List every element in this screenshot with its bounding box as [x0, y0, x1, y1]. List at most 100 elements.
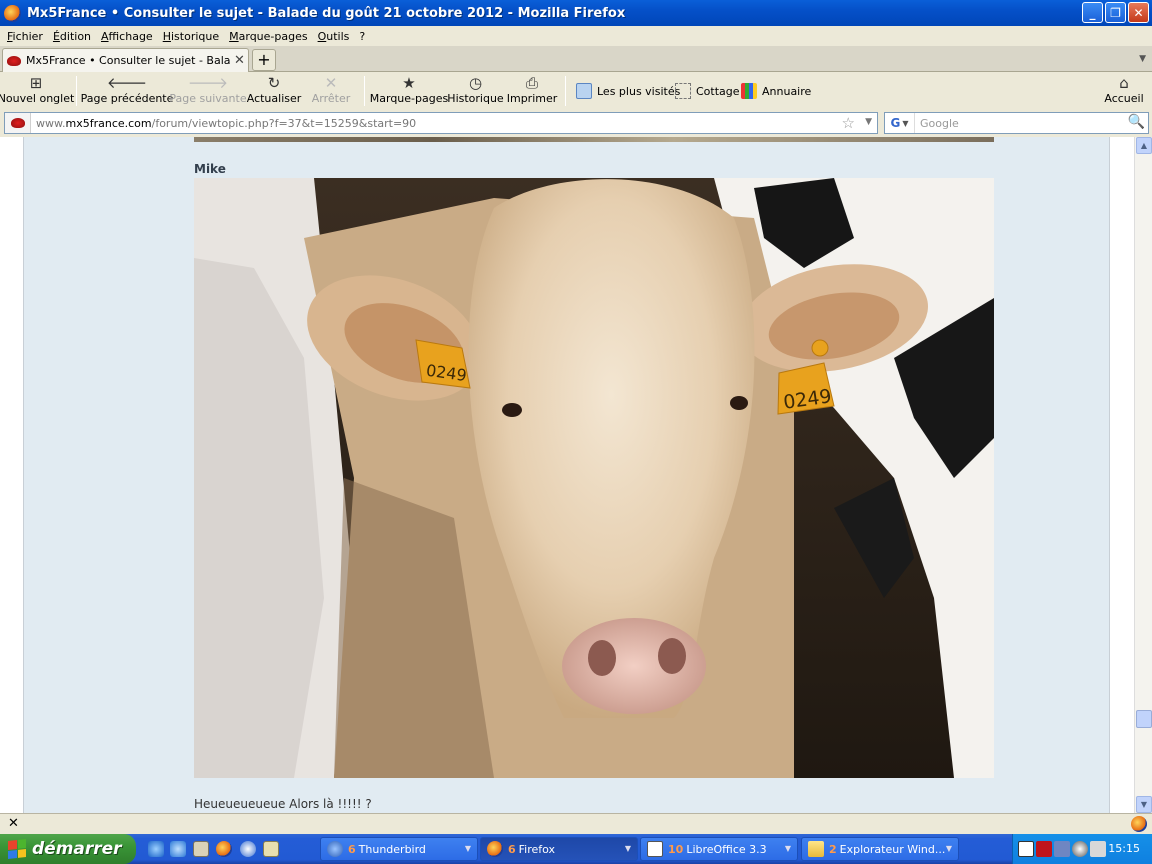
windows-taskbar: démarrer 6 Thunderbird ▼ 6 Firefox ▼ 10 Lib… [0, 834, 1152, 864]
windows-flag-icon [8, 839, 26, 859]
tab-close-icon[interactable]: ✕ [234, 53, 245, 68]
home-button[interactable]: ⌂ Accueil [1104, 74, 1144, 108]
address-bar[interactable]: www.mx5france.com/forum/viewtopic.php?f=… [4, 112, 878, 134]
vertical-scrollbar[interactable]: ▲ ▼ [1134, 137, 1152, 813]
menu-edition[interactable]: Édition [48, 30, 96, 43]
clock: 15:15 [1108, 842, 1140, 855]
page-content: Mike 0249 0249 Heueueueueue Alors là !!!… [0, 137, 1134, 813]
home-label: Accueil [1104, 92, 1144, 105]
nav-toolbar: ⊞ Nouvel onglet 🡐 Page précédente 🡒 Page… [0, 72, 1152, 110]
volume-icon[interactable] [1090, 841, 1106, 857]
tab-list-icon[interactable]: ▼ [1139, 54, 1146, 64]
url-dropdown-icon[interactable]: ▼ [865, 117, 872, 127]
task-thunderbird[interactable]: 6 Thunderbird ▼ [320, 837, 478, 861]
window-titlebar: Mx5France • Consulter le sujet - Balade … [0, 0, 1152, 26]
scroll-up-icon[interactable]: ▲ [1136, 137, 1152, 154]
document-icon [647, 841, 663, 857]
update-icon[interactable] [1072, 841, 1088, 857]
reload-label: Actualiser [246, 92, 302, 105]
close-findbar-icon[interactable]: ✕ [8, 816, 19, 831]
media-player-icon[interactable] [240, 841, 256, 857]
stop-button[interactable]: ✕ Arrêter [312, 74, 351, 108]
new-tab-toolbar-button[interactable]: ⊞ Nouvel onglet [0, 74, 74, 108]
menu-outils[interactable]: Outils [313, 30, 355, 43]
history-button[interactable]: ◷ Historique [447, 74, 504, 108]
tab-active[interactable]: Mx5France • Consulter le sujet - Balade … [2, 48, 249, 72]
printer-icon: ⎙ [525, 74, 538, 92]
bookmarks-label: Marque-pages [369, 92, 449, 105]
bookmark-label: Cottage [696, 84, 740, 98]
menu-help[interactable]: ? [354, 30, 370, 43]
new-tab-label: Nouvel onglet [0, 92, 75, 105]
post-author: Mike [194, 162, 226, 176]
menu-historique[interactable]: Historique [158, 30, 224, 43]
site-favicon [7, 55, 21, 66]
bookmarks-button[interactable]: ★ Marque-pages [369, 74, 449, 108]
system-tray: 15:15 [1012, 834, 1152, 864]
back-button[interactable]: 🡐 Page précédente [81, 74, 174, 108]
folder-icon [808, 841, 824, 857]
notes-icon[interactable] [263, 841, 279, 857]
cow-photo: 0249 0249 [194, 178, 994, 778]
annuaire-icon [741, 83, 757, 99]
page-icon [675, 83, 691, 99]
url-toolbar: www.mx5france.com/forum/viewtopic.php?f=… [0, 110, 1152, 137]
tab-strip: Mx5France • Consulter le sujet - Balade … [0, 46, 1152, 72]
reload-button[interactable]: ↻ Actualiser [246, 74, 302, 108]
scroll-thumb[interactable] [1136, 710, 1152, 728]
task-libreoffice[interactable]: 10 LibreOffice 3.3 ▼ [640, 837, 798, 861]
history-label: Historique [447, 92, 504, 105]
site-identity-button[interactable] [5, 113, 31, 133]
most-visited-icon [576, 83, 592, 99]
url-text[interactable]: www.mx5france.com/forum/viewtopic.php?f=… [36, 117, 416, 130]
page-tray-icon[interactable] [1018, 841, 1034, 857]
menu-marque-pages[interactable]: Marque-pages [224, 30, 312, 43]
search-icon[interactable]: 🔍 [1128, 114, 1145, 130]
tab-label: Mx5France • Consulter le sujet - Balade … [26, 54, 231, 67]
menu-affichage[interactable]: Affichage [96, 30, 158, 43]
home-icon: ⌂ [1119, 74, 1129, 92]
start-button[interactable]: démarrer [0, 834, 136, 864]
ie-alt-icon[interactable] [170, 841, 186, 857]
thunderbird-icon [327, 841, 343, 857]
search-input[interactable]: Google [920, 117, 959, 130]
print-label: Imprimer [506, 92, 558, 105]
firefox-icon [4, 4, 21, 22]
bookmark-label: Annuaire [762, 84, 812, 98]
minimize-button[interactable]: _ [1082, 2, 1103, 23]
firefox-icon [487, 841, 503, 857]
search-bar[interactable]: G ▼ Google 🔍 [884, 112, 1149, 134]
forward-button[interactable]: 🡒 Page suivante [169, 74, 246, 108]
desktop-icon[interactable] [193, 841, 209, 857]
google-engine-icon[interactable]: G ▼ [885, 113, 915, 133]
status-bar: ✕ [0, 813, 1152, 834]
bookmark-cottage[interactable]: Cottage [675, 83, 740, 99]
forward-label: Page suivante [169, 92, 247, 105]
task-explorer[interactable]: 2 Explorateur Wind... ▼ [801, 837, 959, 861]
page-right-margin [1110, 137, 1134, 813]
bookmark-most-visited[interactable]: Les plus visités [576, 83, 680, 99]
site-favicon [10, 118, 25, 128]
scroll-down-icon[interactable]: ▼ [1136, 796, 1152, 813]
network-icon[interactable] [1054, 841, 1070, 857]
star-icon[interactable]: ☆ [842, 114, 855, 132]
close-button[interactable]: ✕ [1128, 2, 1149, 23]
internet-explorer-icon[interactable] [148, 841, 164, 857]
new-tab-button[interactable]: + [252, 49, 276, 71]
print-button[interactable]: ⎙ Imprimer [507, 74, 558, 108]
firefox-quicklaunch-icon[interactable] [216, 841, 232, 857]
back-arrow-icon: 🡐 [106, 74, 148, 92]
forward-arrow-icon: 🡒 [187, 74, 229, 92]
addon-status-icon[interactable] [1131, 816, 1147, 832]
kaspersky-icon[interactable] [1036, 841, 1052, 857]
page-left-margin [0, 137, 24, 813]
clock-icon: ◷ [468, 74, 483, 92]
previous-image-strip [194, 137, 994, 142]
window-title: Mx5France • Consulter le sujet - Balade … [27, 5, 626, 21]
post-caption: Heueueueueue Alors là !!!!! ? [194, 797, 372, 811]
bookmark-annuaire[interactable]: Annuaire [741, 83, 811, 99]
task-firefox[interactable]: 6 Firefox ▼ [480, 837, 638, 861]
menu-fichier[interactable]: Fichier [2, 30, 48, 43]
maximize-button[interactable]: ❐ [1105, 2, 1126, 23]
new-tab-icon: ⊞ [29, 74, 43, 92]
